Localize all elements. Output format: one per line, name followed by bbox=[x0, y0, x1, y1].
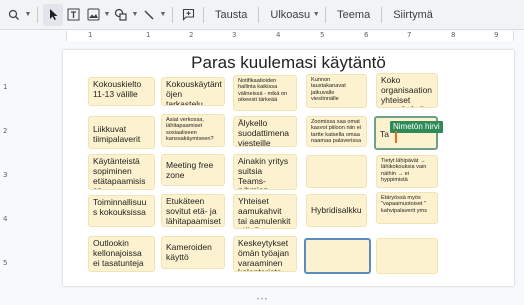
ruler-tick: 1 bbox=[146, 31, 151, 39]
sticky-note[interactable]: Notifikaatioiden hallinta kaikissa välin… bbox=[233, 75, 297, 111]
collaborator-cursor bbox=[395, 131, 397, 143]
text-box-icon[interactable] bbox=[63, 4, 83, 26]
transition-button[interactable]: Siirtymä bbox=[387, 4, 439, 26]
sticky-note[interactable]: Keskeytykset ömän työajan varaaminen kal… bbox=[233, 236, 297, 272]
select-cursor-icon[interactable] bbox=[43, 3, 63, 26]
ruler-tick: 8 bbox=[451, 31, 456, 39]
toolbar-divider bbox=[325, 6, 327, 23]
sticky-note[interactable]: Etukäteen sovitut etä- ja lähitapaamiset bbox=[161, 194, 225, 227]
line-dropdown-icon[interactable]: ▼ bbox=[159, 4, 167, 26]
ruler-tick: 3 bbox=[232, 31, 237, 39]
background-button[interactable]: Tausta bbox=[209, 4, 253, 26]
ruler-tick: 1 bbox=[88, 31, 93, 39]
sticky-note[interactable]: Ainakin yritys suitsia Teams-ryhmien mää… bbox=[233, 154, 297, 190]
sticky-note[interactable]: Liikkuvat tiimipalaverit bbox=[88, 116, 155, 149]
sticky-note-empty[interactable] bbox=[306, 155, 367, 188]
ruler-tick: 6 bbox=[364, 31, 369, 39]
ruler-tick: 9 bbox=[494, 31, 499, 39]
ruler-tick: 4 bbox=[3, 215, 8, 223]
vertical-ruler[interactable]: 1 2 3 4 5 bbox=[0, 41, 12, 305]
layout-button[interactable]: Ulkoasu bbox=[264, 4, 312, 26]
sticky-note[interactable]: Hybridisalkku bbox=[306, 194, 367, 227]
toolbar: ▼ ▼ ▼ ▼ Tausta Ulkoasu ▼ Teema Siirtymä bbox=[0, 0, 524, 30]
shape-dropdown-icon[interactable]: ▼ bbox=[131, 4, 139, 26]
resize-handle-icon[interactable]: • • • bbox=[252, 297, 272, 303]
layout-dropdown-icon[interactable]: ▼ bbox=[312, 4, 320, 26]
zoom-icon[interactable] bbox=[4, 4, 24, 26]
sticky-note[interactable]: Yhteiset aamukahvit tai aamulenkit etänä bbox=[233, 194, 297, 229]
ruler-tick: 1 bbox=[3, 83, 8, 91]
slide-canvas[interactable]: Paras kuulemasi käytäntö Kokouskielto 11… bbox=[63, 50, 514, 286]
sticky-note[interactable]: Asiat verkossa, lähitapaamiset sosiaalis… bbox=[161, 114, 225, 147]
toolbar-divider bbox=[172, 6, 173, 23]
sticky-note[interactable]: Käytänteistä sopiminen etätapaamisis sa bbox=[88, 154, 155, 190]
toolbar-divider bbox=[203, 6, 204, 23]
sticky-note[interactable]: Koko organisaation yhteiset aamukahvit e… bbox=[376, 73, 438, 108]
toolbar-divider bbox=[37, 6, 38, 23]
sticky-note[interactable]: Kunnon taustakanavat jatkuvalle viestinn… bbox=[306, 74, 367, 108]
line-icon[interactable] bbox=[139, 4, 159, 26]
shape-icon[interactable] bbox=[111, 4, 131, 26]
sticky-note[interactable]: Kokouskielto 11-13 välille bbox=[88, 77, 155, 106]
sticky-note[interactable]: Toiminnallisuu s kokouksissa bbox=[88, 195, 155, 227]
ruler-tick: 4 bbox=[276, 31, 281, 39]
sticky-note-empty[interactable] bbox=[376, 238, 438, 274]
zoom-dropdown-icon[interactable]: ▼ bbox=[24, 4, 32, 26]
sticky-note[interactable]: Meeting free zone bbox=[161, 154, 225, 186]
sticky-note[interactable]: Etäryössä myös "vapaamuotoiset " kahvipa… bbox=[376, 192, 438, 224]
ruler-tick: 5 bbox=[3, 259, 8, 267]
ruler-tick: 2 bbox=[3, 127, 8, 135]
theme-button[interactable]: Teema bbox=[331, 4, 376, 26]
ruler-tick: 5 bbox=[320, 31, 325, 39]
layout-label: Ulkoasu bbox=[270, 8, 311, 21]
sticky-note[interactable]: Outlookin kellonajoissa ei tasatunteja bbox=[88, 236, 155, 272]
sticky-note-selected[interactable] bbox=[304, 238, 371, 274]
ruler-page-band bbox=[66, 31, 514, 41]
image-dropdown-icon[interactable]: ▼ bbox=[103, 4, 111, 26]
ruler-tick: 2 bbox=[189, 31, 194, 39]
sticky-note[interactable]: Kameroiden käyttö bbox=[161, 236, 225, 269]
slide-title[interactable]: Paras kuulemasi käytäntö bbox=[63, 53, 514, 73]
collaborator-tag: Nimetön hirvi bbox=[390, 121, 443, 133]
sticky-note[interactable]: Tietyt lähipävät → lähikokouksia vain nä… bbox=[376, 155, 438, 188]
sticky-note[interactable]: Zoomissa saa omat kasvot piiloon niin ei… bbox=[306, 116, 367, 147]
sticky-note[interactable]: Älykello suodattimena viesteille bbox=[233, 116, 297, 147]
toolbar-divider bbox=[381, 6, 383, 23]
add-comment-icon[interactable] bbox=[178, 4, 198, 26]
ruler-tick: 7 bbox=[407, 31, 412, 39]
image-icon[interactable] bbox=[83, 4, 103, 26]
horizontal-ruler[interactable]: 1 1 2 3 4 5 6 7 8 9 bbox=[14, 31, 524, 41]
sticky-note[interactable]: Kokouskäytänt öjen tarkastelu uudelleen bbox=[161, 77, 225, 106]
toolbar-divider bbox=[258, 6, 260, 23]
ruler-tick: 3 bbox=[3, 171, 8, 179]
